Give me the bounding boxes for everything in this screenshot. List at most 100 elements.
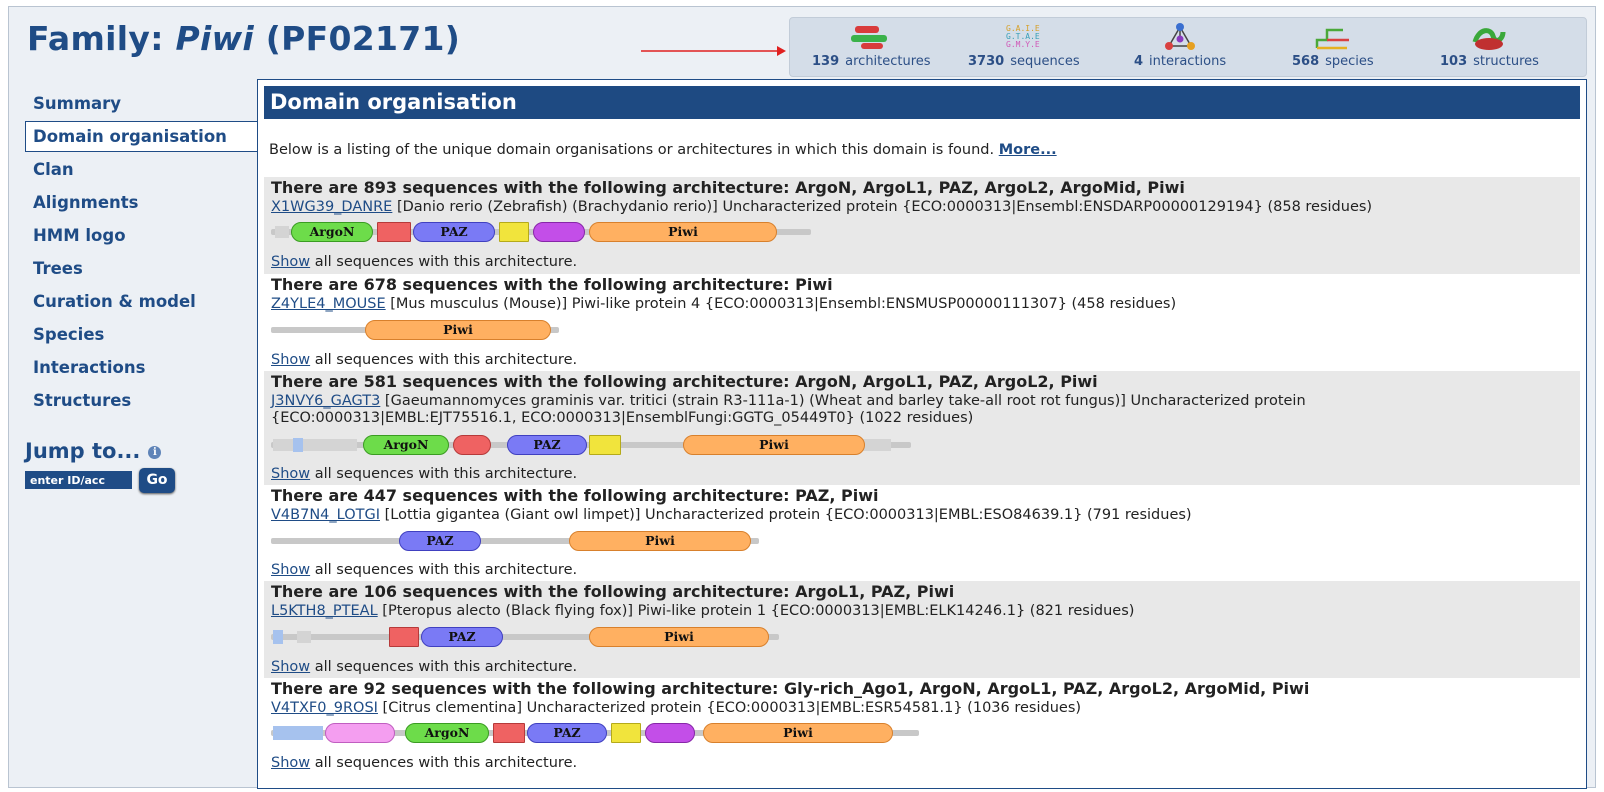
domain-paz[interactable]: PAZ xyxy=(507,435,587,455)
domain-piwi[interactable]: Piwi xyxy=(589,222,777,242)
jump-to-heading: Jump to... i xyxy=(25,439,162,463)
jump-to-input[interactable] xyxy=(25,471,132,489)
domain-graphic[interactable]: ArgoN PAZ Piwi xyxy=(271,721,921,745)
structures-icon xyxy=(1473,28,1506,50)
architecture-row: There are 581 sequences with the followi… xyxy=(264,371,1580,485)
domain-graphic[interactable]: ArgoN PAZ Piwi xyxy=(271,220,811,244)
intro-body: Below is a listing of the unique domain … xyxy=(269,142,999,158)
sequence-link[interactable]: X1WG39_DANRE xyxy=(271,199,392,215)
stat-architectures[interactable]: 139 architectures xyxy=(812,22,931,69)
stat-label: interactions xyxy=(1149,54,1227,69)
architecture-row: There are 92 sequences with the followin… xyxy=(264,678,1580,778)
sidebar-item-hmm-logo[interactable]: HMM logo xyxy=(25,219,269,252)
show-link[interactable]: Show xyxy=(271,254,310,270)
sequence-link[interactable]: L5KTH8_PTEAL xyxy=(271,603,378,619)
stats-bar: 139 architectures G.A.I.E G.T.A.E G.M.Y.E… xyxy=(789,17,1587,77)
domain-argol1[interactable] xyxy=(453,435,491,455)
stat-label: sequences xyxy=(1010,54,1080,69)
sidebar-item-clan[interactable]: Clan xyxy=(25,153,269,186)
domain-argomid[interactable] xyxy=(533,222,585,242)
architecture-example: V4B7N4_LOTGI [Lottia gigantea (Giant owl… xyxy=(271,507,1580,524)
domain-argol2[interactable] xyxy=(589,435,621,455)
architecture-title: There are 92 sequences with the followin… xyxy=(271,679,1310,698)
show-suffix: all sequences with this architecture. xyxy=(310,352,578,368)
title-family-name: Piwi xyxy=(175,19,254,58)
show-link[interactable]: Show xyxy=(271,659,310,675)
sidebar-item-curation-model[interactable]: Curation & model xyxy=(25,285,269,318)
show-sequences: Show all sequences with this architectur… xyxy=(271,254,577,270)
domain-gly-rich-ago1[interactable] xyxy=(325,723,395,743)
domain-argol2[interactable] xyxy=(499,222,529,242)
stat-interactions[interactable]: 4 interactions xyxy=(1134,22,1226,69)
more-link[interactable]: More... xyxy=(999,142,1057,158)
sequence-link[interactable]: V4TXF0_9ROSI xyxy=(271,700,378,716)
domain-paz[interactable]: PAZ xyxy=(399,531,481,551)
stat-species[interactable]: 568 species xyxy=(1292,22,1374,69)
architecture-example: J3NVY6_GAGT3 [Gaeumannomyces graminis va… xyxy=(271,393,1361,427)
sequence-description: [Citrus clementina] Uncharacterized prot… xyxy=(377,700,1082,716)
stat-label: architectures xyxy=(845,54,931,69)
sidebar-item-alignments[interactable]: Alignments xyxy=(25,186,269,219)
page-frame: Family: Piwi (PF02171) 139 architectures … xyxy=(8,6,1596,789)
sequence-link[interactable]: J3NVY6_GAGT3 xyxy=(271,393,380,409)
domain-argomid[interactable] xyxy=(645,723,695,743)
domain-piwi[interactable]: Piwi xyxy=(365,320,551,340)
domain-graphic[interactable]: Piwi xyxy=(271,318,561,342)
sidebar-item-species[interactable]: Species xyxy=(25,318,269,351)
domain-piwi[interactable]: Piwi xyxy=(569,531,751,551)
stat-count: 3730 xyxy=(968,54,1005,69)
show-suffix: all sequences with this architecture. xyxy=(310,254,578,270)
show-link[interactable]: Show xyxy=(271,562,310,578)
show-sequences: Show all sequences with this architectur… xyxy=(271,755,577,771)
architecture-example: X1WG39_DANRE [Danio rerio (Zebrafish) (B… xyxy=(271,199,1580,216)
go-button[interactable]: Go xyxy=(139,468,175,493)
stat-structures[interactable]: 103 structures xyxy=(1440,22,1539,69)
sequence-description: [Pteropus alecto (Black flying fox)] Piw… xyxy=(377,603,1135,619)
stat-sequences[interactable]: G.A.I.E G.T.A.E G.M.Y.E 3730 sequences xyxy=(968,22,1080,69)
show-link[interactable]: Show xyxy=(271,466,310,482)
architecture-row: There are 678 sequences with the followi… xyxy=(264,274,1580,371)
show-sequences: Show all sequences with this architectur… xyxy=(271,352,577,368)
domain-argol1[interactable] xyxy=(377,222,411,242)
domain-piwi[interactable]: Piwi xyxy=(589,627,769,647)
domain-piwi[interactable]: Piwi xyxy=(683,435,865,455)
stat-count: 103 xyxy=(1440,54,1468,69)
sidebar-item-interactions[interactable]: Interactions xyxy=(25,351,269,384)
domain-graphic[interactable]: ArgoN PAZ Piwi xyxy=(271,433,911,457)
sequence-description: [Danio rerio (Zebrafish) (Brachydanio re… xyxy=(392,199,1373,215)
show-sequences: Show all sequences with this architectur… xyxy=(271,466,577,482)
domain-graphic[interactable]: PAZ Piwi xyxy=(271,625,781,649)
sidebar-item-trees[interactable]: Trees xyxy=(25,252,269,285)
domain-paz[interactable]: PAZ xyxy=(527,723,607,743)
architecture-title: There are 893 sequences with the followi… xyxy=(271,178,1185,197)
arrow-pointer-icon xyxy=(641,46,786,56)
sequence-link[interactable]: V4B7N4_LOTGI xyxy=(271,507,380,523)
sequence-description: [Gaeumannomyces graminis var. tritici (s… xyxy=(271,393,1306,426)
domain-paz[interactable]: PAZ xyxy=(413,222,495,242)
sidebar-item-structures[interactable]: Structures xyxy=(25,384,269,417)
domain-graphic[interactable]: PAZ Piwi xyxy=(271,529,761,553)
domain-piwi[interactable]: Piwi xyxy=(703,723,893,743)
domain-paz[interactable]: PAZ xyxy=(421,627,503,647)
sidebar-item-summary[interactable]: Summary xyxy=(25,87,269,120)
show-link[interactable]: Show xyxy=(271,755,310,771)
species-icon xyxy=(1315,28,1349,50)
title-accession: (PF02171) xyxy=(265,19,461,58)
architecture-title: There are 106 sequences with the followi… xyxy=(271,582,955,601)
sequence-link[interactable]: Z4YLE4_MOUSE xyxy=(271,296,386,312)
page-title: Family: Piwi (PF02171) xyxy=(27,19,460,58)
domain-argon[interactable]: ArgoN xyxy=(291,222,373,242)
show-link[interactable]: Show xyxy=(271,352,310,368)
show-suffix: all sequences with this architecture. xyxy=(310,755,578,771)
domain-argon[interactable]: ArgoN xyxy=(405,723,489,743)
sidebar-item-domain-organisation[interactable]: Domain organisation xyxy=(25,121,269,152)
help-icon[interactable]: i xyxy=(148,445,162,459)
domain-argon[interactable]: ArgoN xyxy=(363,435,449,455)
intro-text: Below is a listing of the unique domain … xyxy=(269,142,1057,158)
stat-label: species xyxy=(1325,54,1374,69)
show-suffix: all sequences with this architecture. xyxy=(310,562,578,578)
jump-to-label: Jump to... xyxy=(25,439,141,463)
domain-argol2[interactable] xyxy=(611,723,641,743)
domain-argol1[interactable] xyxy=(389,627,419,647)
domain-argol1[interactable] xyxy=(493,723,525,743)
